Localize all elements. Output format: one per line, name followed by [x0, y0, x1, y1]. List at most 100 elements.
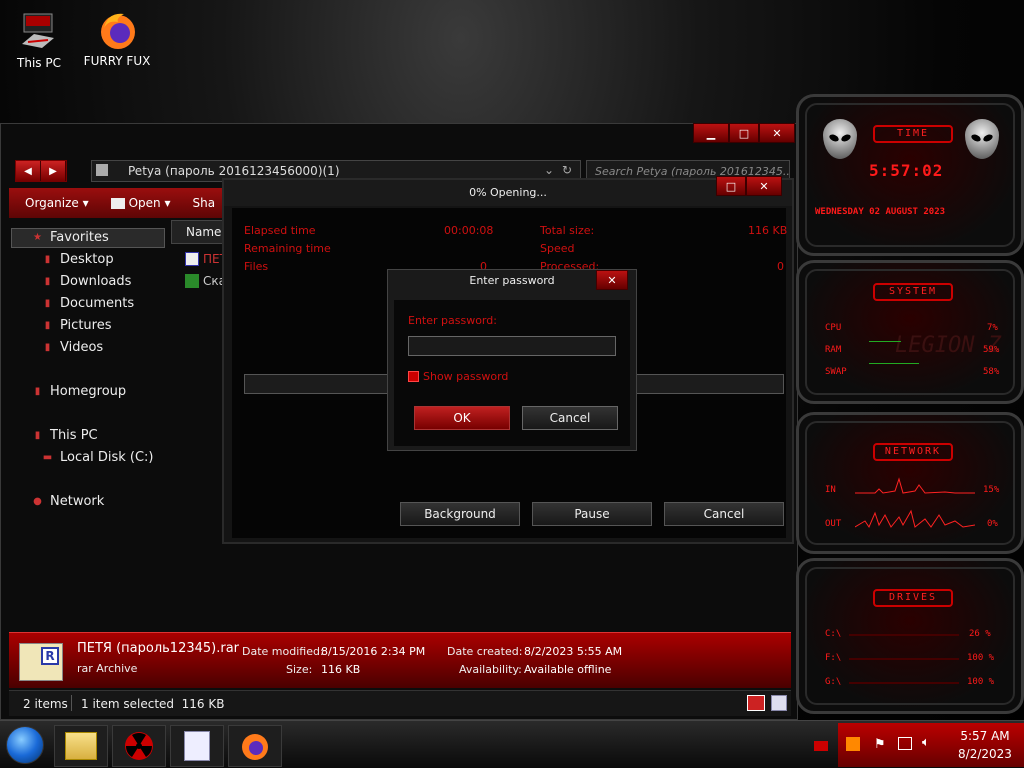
size-value: 116 KB — [321, 663, 361, 676]
network-icon[interactable] — [898, 737, 912, 750]
taskbar-wordpad[interactable] — [170, 725, 224, 767]
share-menu[interactable]: Sha — [193, 196, 216, 210]
download-icon: ▮ — [44, 276, 51, 287]
file-row[interactable]: Скачать — [185, 272, 225, 290]
files-label: Files — [244, 260, 269, 273]
desktop-icon-label: FURRY FUX — [83, 54, 151, 68]
network-icon: ● — [33, 496, 42, 507]
password-label: Enter password: — [408, 314, 497, 327]
tray-clock[interactable]: 5:57 AM 8/2/2023 — [950, 727, 1020, 763]
disk-icon: ▬ — [42, 452, 53, 463]
organize-menu[interactable]: Organize ▾ — [25, 196, 89, 210]
drive-bar — [849, 658, 959, 660]
winrar-icon — [110, 198, 125, 209]
cancel-button[interactable]: Cancel — [664, 502, 784, 526]
remaining-label: Remaining time — [244, 242, 331, 255]
ram-value: 59% — [983, 345, 1000, 355]
show-hidden-icons[interactable] — [814, 741, 828, 751]
firefox-icon — [96, 8, 138, 50]
file-row[interactable]: ПЕТЯ (пароль12345).rar — [185, 250, 225, 268]
nav-label: Favorites — [50, 230, 109, 245]
back-button[interactable]: ◀ — [16, 161, 41, 181]
shortcut-icon — [185, 274, 199, 288]
flag-icon[interactable]: ⚑ — [874, 737, 886, 752]
minimize-button[interactable]: ▁ — [693, 123, 729, 143]
forward-button[interactable]: ▶ — [41, 161, 66, 181]
cancel-button[interactable]: Cancel — [522, 406, 618, 430]
chevron-down-icon[interactable]: ⌄ — [544, 163, 554, 177]
tiles-view-button[interactable] — [771, 695, 787, 711]
navigation-pane: ★ Favorites ▮ Desktop ▮ Downloads ▮ Document… — [9, 222, 167, 632]
date-modified-label: Date modified: — [242, 645, 324, 658]
address-text: Petya (пароль 2016123456000)(1) — [128, 164, 340, 178]
nav-label: Documents — [60, 296, 135, 311]
alien-icon — [823, 119, 857, 159]
nav-network[interactable]: ● Network — [31, 494, 104, 509]
desktop-icon-this-pc[interactable]: This PC — [4, 10, 74, 70]
pause-button[interactable]: Pause — [532, 502, 652, 526]
details-view-button[interactable] — [747, 695, 765, 711]
status-bar: 2 items 1 item selected 116 KB — [9, 690, 791, 716]
archive-icon: R — [19, 643, 63, 681]
tray-app-icon[interactable] — [846, 737, 860, 751]
drives-title: DRIVES — [873, 589, 953, 607]
open-label: Open ▾ — [128, 196, 171, 210]
open-menu[interactable]: Open ▾ — [110, 196, 171, 210]
alien-icon — [965, 119, 999, 159]
close-button[interactable]: ✕ — [596, 270, 628, 290]
ok-button[interactable]: OK — [414, 406, 510, 430]
network-gadget[interactable]: NETWORK IN 15% OUT 0% — [796, 412, 1024, 554]
nav-documents[interactable]: ▮ Documents — [41, 296, 134, 311]
taskbar-firefox[interactable] — [228, 725, 282, 767]
drive-label: G:\ — [825, 677, 842, 687]
net-in-graph — [855, 477, 975, 494]
speed-label: Speed — [540, 242, 575, 255]
start-button[interactable] — [6, 726, 44, 764]
maximize-button[interactable]: □ — [716, 176, 746, 196]
nav-label: Local Disk (C:) — [60, 450, 154, 465]
desktop-icon: ▮ — [44, 254, 51, 265]
close-button[interactable]: ✕ — [759, 123, 795, 143]
nav-desktop[interactable]: ▮ Desktop — [41, 252, 114, 267]
close-button[interactable]: ✕ — [746, 176, 782, 196]
system-gadget[interactable]: SYSTEM LEGION Z CPU 7% RAM 59% SWAP 58% — [796, 260, 1024, 404]
total-size-label: Total size: — [540, 224, 595, 237]
nav-this-pc[interactable]: ▮ This PC — [31, 428, 98, 443]
dialog-title: 0% Opening... — [224, 180, 792, 206]
column-label: Name — [186, 225, 222, 239]
taskbar-radiation-app[interactable] — [112, 725, 166, 767]
size-label: Size: — [286, 663, 313, 676]
desktop-icon-firefox[interactable]: FURRY FUX — [82, 8, 152, 68]
elapsed-label: Elapsed time — [244, 224, 316, 237]
winrar-icon — [185, 252, 199, 266]
cpu-graph — [869, 341, 901, 342]
clock-date: WEDNESDAY 02 AUGUST 2023 — [815, 207, 946, 217]
system-tray: ⚑ 🔈︎ 5:57 AM 8/2/2023 — [838, 723, 1024, 767]
refresh-icon[interactable]: ↻ — [562, 163, 572, 177]
computer-icon: ▮ — [34, 430, 41, 441]
nav-pictures[interactable]: ▮ Pictures — [41, 318, 112, 333]
time-gadget[interactable]: TIME 5:57:02 WEDNESDAY 02 AUGUST 2023 — [796, 94, 1024, 256]
password-input[interactable] — [408, 336, 616, 356]
volume-icon[interactable]: 🔈︎ — [922, 735, 930, 750]
background-button[interactable]: Background — [400, 502, 520, 526]
maximize-button[interactable]: □ — [729, 123, 759, 143]
drive-value: 100 % — [967, 653, 995, 663]
folder-icon — [65, 732, 97, 760]
date-created-value: 8/2/2023 5:55 AM — [524, 645, 623, 658]
nav-local-disk[interactable]: ▬ Local Disk (C:) — [41, 450, 154, 465]
nav-videos[interactable]: ▮ Videos — [41, 340, 103, 355]
drives-gadget[interactable]: DRIVES C:\ 26 % F:\ 100 % G:\ 100 % — [796, 558, 1024, 714]
desktop-icon-label: This PC — [17, 56, 61, 70]
show-password-checkbox[interactable]: Show password — [408, 370, 508, 383]
taskbar-explorer[interactable] — [54, 725, 108, 767]
net-out-value: 0% — [987, 519, 998, 529]
computer-icon — [18, 10, 60, 52]
nav-downloads[interactable]: ▮ Downloads — [41, 274, 132, 289]
taskbar: ⚑ 🔈︎ 5:57 AM 8/2/2023 — [0, 720, 1024, 768]
nav-favorites[interactable]: ★ Favorites — [31, 230, 109, 245]
details-filename: ПЕТЯ (пароль12345).rar — [77, 641, 240, 656]
nav-homegroup[interactable]: ▮ Homegroup — [31, 384, 126, 399]
date-created-label: Date created: — [447, 645, 523, 658]
pictures-icon: ▮ — [44, 320, 51, 331]
